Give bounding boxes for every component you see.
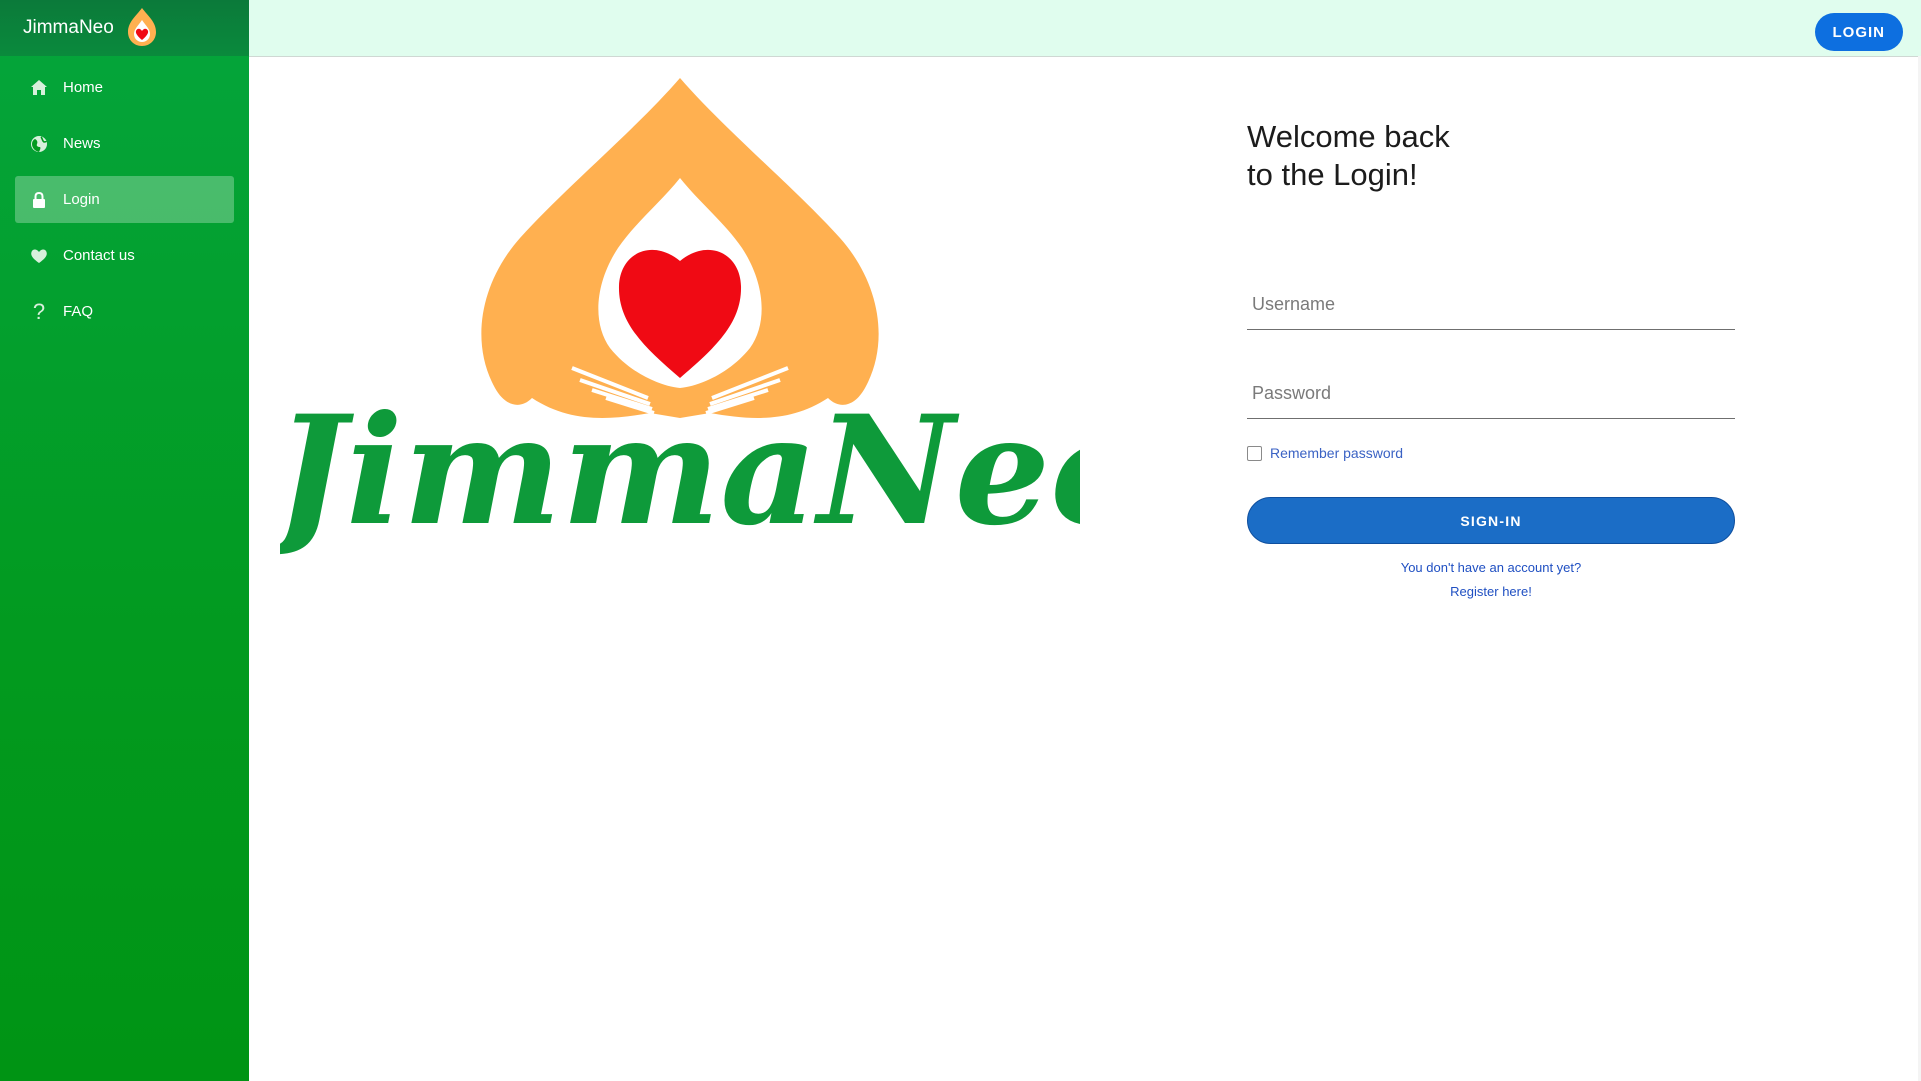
question-icon: ? [32,298,46,324]
username-input[interactable] [1247,294,1735,329]
password-field [1247,368,1735,419]
password-input[interactable] [1247,383,1735,418]
login-panel: Welcome back to the Login! Remember pass… [1247,118,1735,604]
sidebar-item-contact-us[interactable]: Contact us [15,232,234,279]
lock-icon [29,190,49,210]
brand[interactable]: JimmaNeo [0,0,249,56]
sidebar-item-faq[interactable]: ? FAQ [15,288,234,335]
title-line-1: Welcome back [1247,119,1450,154]
logo-wordmark-svg: JimmaNeo [280,383,1080,559]
remember-password-row: Remember password [1247,445,1735,461]
sidebar-item-login[interactable]: Login [15,176,234,223]
title-line-2: to the Login! [1247,157,1418,192]
page-title: Welcome back to the Login! [1247,118,1735,194]
sidebar-nav: Home News Login Contact us ? FAQ [0,56,249,335]
sidebar-item-label: News [63,135,101,152]
heart-icon [29,246,49,266]
globe-icon [29,134,49,154]
home-icon [29,78,49,98]
no-account-text: You don't have an account yet? [1400,560,1582,575]
sidebar-item-home[interactable]: Home [15,64,234,111]
register-prompt: You don't have an account yet? Register … [1247,556,1735,604]
sidebar-item-news[interactable]: News [15,120,234,167]
username-field [1247,279,1735,330]
remember-password-label[interactable]: Remember password [1270,445,1403,461]
register-link[interactable]: Register here! [1247,580,1735,604]
sidebar-item-label: Login [63,191,100,208]
top-app-bar: LOGIN [249,0,1921,57]
sidebar: JimmaNeo Home News Login Contact us ? FA… [0,0,249,1081]
login-button[interactable]: LOGIN [1814,13,1903,51]
logo-wordmark: JimmaNeo [280,383,1080,559]
brand-logo-icon [127,8,156,46]
brand-name: JimmaNeo [23,17,114,38]
sign-in-button[interactable]: SIGN-IN [1247,497,1735,544]
sidebar-item-label: Contact us [63,247,135,264]
sidebar-item-label: FAQ [63,303,94,320]
sidebar-item-label: Home [63,79,104,96]
jimmaneo-logo: JimmaNeo [280,68,1080,658]
remember-password-checkbox[interactable] [1247,445,1262,461]
